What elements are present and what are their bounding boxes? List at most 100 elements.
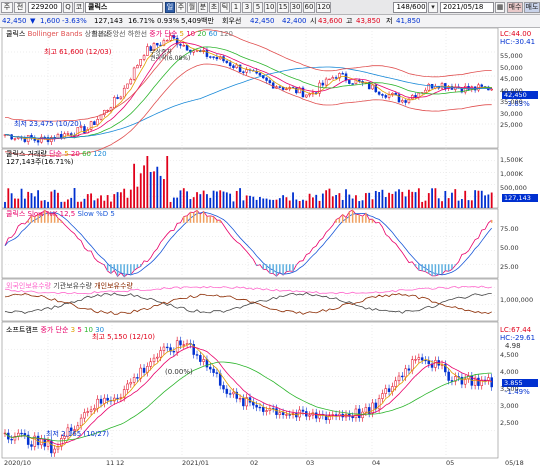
buy-button[interactable]: 매수 [507,2,523,13]
candle [235,64,239,68]
date-input[interactable]: 2021/05/18 [440,2,494,13]
market-tag[interactable]: 코 [74,2,84,13]
shares-value: 5,409백만 [181,17,214,25]
bollinger-label: Bollinger Bands [27,30,83,38]
candle [195,354,199,356]
candle [305,94,308,98]
candle [20,432,23,435]
candle [23,137,27,142]
stock-code-input[interactable]: 229200 [28,2,62,13]
period-3[interactable]: 3 [242,2,252,13]
period-120[interactable]: 120 [316,2,331,13]
compare-high-note: 최고 5,150 (12/10) [92,333,156,341]
chart-canvas[interactable] [0,27,540,468]
volume-bar [388,192,390,208]
period-월[interactable]: 월 [187,2,197,13]
dropdown-icon[interactable]: ▾ [428,2,438,13]
stock-name-field[interactable]: 쿨릭스 [85,2,163,13]
volume-bar [90,193,92,208]
candle [175,340,179,353]
volume-panel-name: 쿨릭스 거래량 [6,150,47,158]
period-10[interactable]: 10 [264,2,276,13]
period-5[interactable]: 5 [253,2,263,13]
bar-counter[interactable]: 148/600 [393,2,427,13]
search-icon[interactable]: Q [63,2,73,13]
volume-bar [206,194,208,208]
candle [245,69,248,73]
volume-bar [33,196,36,208]
candle [232,391,235,395]
chart-area[interactable]: 쿨릭스 Bollinger Bands 상한선 중앙선 하한선 중가 단순 5 … [0,27,540,468]
volume-bar [43,200,46,208]
volume-bar [401,191,404,208]
y-tick: 3,000 [500,402,519,410]
ask-value: 42,400 [282,17,307,25]
volume-bar [47,201,49,208]
candle [281,412,285,416]
volume-bar [431,188,433,208]
period-60[interactable]: 60 [303,2,315,13]
volume-bar [345,189,347,208]
candle [83,412,86,419]
period-주[interactable]: 주 [176,2,186,13]
volume-bar [189,199,192,208]
candle [328,78,331,81]
volume-bar [421,201,424,208]
candle [139,367,142,379]
candle [308,414,311,417]
y-tick: 2,500 [500,419,519,427]
volume-bar [96,198,99,208]
candle [215,57,219,60]
bid-value: 42,450 [250,17,275,25]
candle [341,73,344,75]
candle [156,43,159,46]
period-틱[interactable]: 틱 [220,2,230,13]
volume-bar [252,196,255,208]
period-분[interactable]: 분 [198,2,208,13]
candle [404,368,407,378]
volume-bar [7,188,10,208]
volume-bar [129,189,132,208]
volume-bar [199,194,202,208]
calendar-icon[interactable]: ▦ [495,2,505,13]
candle [434,360,437,368]
sell-button[interactable]: 매도 [524,2,540,13]
y-tick: 25,000 [500,121,523,129]
volume-bar [106,195,109,208]
candle [275,408,278,415]
bollinger-lower [5,63,492,156]
period-초[interactable]: 초 [209,2,219,13]
high-value: 43,850 [356,17,381,25]
volume-bar [268,199,271,208]
candle [139,59,142,66]
down-arrow-icon: ▼ [30,17,36,25]
high-note: 최고 61,600 (12/03) [44,48,112,56]
candle [86,411,90,413]
volume-bar [408,189,410,208]
compare-mid-note: (0.00%) [165,368,193,376]
period-15[interactable]: 15 [277,2,289,13]
volume-bar [417,188,420,208]
volume-bar [470,200,473,208]
period-1[interactable]: 1 [231,2,241,13]
period-일[interactable]: 일 [165,2,175,13]
volume-bar [454,189,457,208]
y-tick: 40,000 [500,86,523,95]
y-tick: 35,000 [500,98,523,106]
volume-bar [239,188,241,208]
candle [113,97,116,109]
volume-bar [384,197,387,208]
candle [132,377,136,383]
volume-bar [133,163,136,208]
volume-bar [149,171,152,208]
candle [13,138,17,140]
period-30[interactable]: 30 [290,2,302,13]
volume-bar [487,194,490,208]
volume-bar [123,188,126,208]
candle [424,89,427,93]
menu-button-1[interactable]: 주 [1,2,13,13]
volume-bar [179,190,182,208]
menu-button-2[interactable]: 전 [14,2,26,13]
candle [79,417,83,427]
volume-bar [80,201,83,208]
